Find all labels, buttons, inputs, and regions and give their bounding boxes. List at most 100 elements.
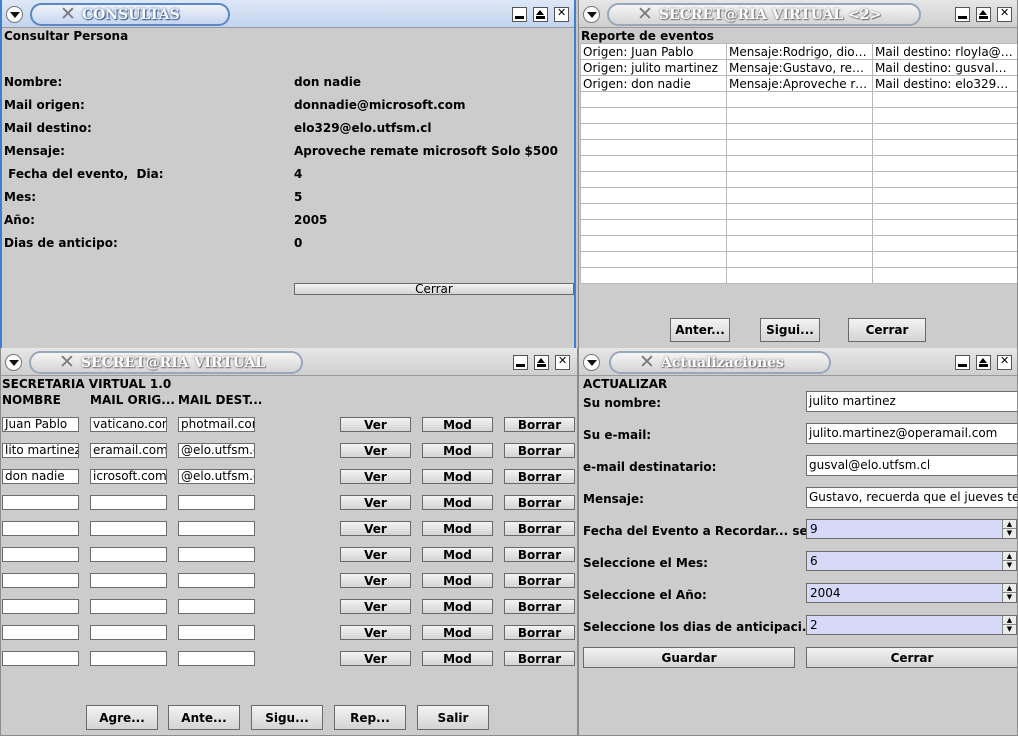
- table-cell[interactable]: Mail destino: elo329@...: [872, 75, 1017, 92]
- nombre-field[interactable]: Juan Pablo: [2, 417, 79, 432]
- nombre-field[interactable]: julito martinez: [806, 391, 1017, 412]
- mail-origen-field[interactable]: [90, 495, 167, 510]
- salir-button[interactable]: Salir: [417, 705, 489, 730]
- table-cell[interactable]: [872, 187, 1017, 204]
- mail-destino-field[interactable]: [178, 625, 255, 640]
- mail-origen-field[interactable]: [90, 547, 167, 562]
- spinner-down-icon[interactable]: ▼: [1002, 625, 1016, 634]
- table-cell[interactable]: [580, 203, 727, 220]
- spinner-up-icon[interactable]: ▲: [1002, 616, 1016, 625]
- table-cell[interactable]: [726, 267, 873, 284]
- spinner-up-icon[interactable]: ▲: [1002, 584, 1016, 593]
- mail-destino-field[interactable]: photmail.com: [178, 417, 255, 432]
- consultas-titlebar[interactable]: ✕ CONSULTAS: [2, 0, 574, 28]
- table-cell[interactable]: [872, 203, 1017, 220]
- mail-destino-field[interactable]: [178, 521, 255, 536]
- dia-spinner[interactable]: 9 ▲ ▼: [806, 519, 1017, 539]
- destinatario-field[interactable]: gusval@elo.utfsm.cl: [806, 455, 1017, 476]
- table-cell[interactable]: [580, 155, 727, 172]
- table-row[interactable]: [580, 251, 1017, 268]
- minimize-icon[interactable]: [955, 355, 970, 370]
- table-cell[interactable]: [580, 219, 727, 236]
- table-cell[interactable]: [726, 187, 873, 204]
- table-cell[interactable]: [872, 91, 1017, 108]
- nombre-field[interactable]: [2, 547, 79, 562]
- mail-destino-field[interactable]: [178, 495, 255, 510]
- table-row[interactable]: [580, 235, 1017, 252]
- cerrar-button[interactable]: Cerrar: [806, 647, 1017, 668]
- nombre-field[interactable]: [2, 495, 79, 510]
- siguiente-button[interactable]: Sigui...: [760, 318, 820, 342]
- reporte-titlebar[interactable]: ✕ SECRET@RIA VIRTUAL <2>: [579, 0, 1017, 28]
- table-cell[interactable]: Mensaje:Gustavo, recu...: [726, 59, 873, 76]
- table-cell[interactable]: Mail destino: gusval@e...: [872, 59, 1017, 76]
- borrar-button[interactable]: Borrar: [504, 573, 575, 588]
- ver-button[interactable]: Ver: [340, 599, 411, 614]
- table-cell[interactable]: [580, 107, 727, 124]
- spinner-up-icon[interactable]: ▲: [1002, 520, 1016, 529]
- ver-button[interactable]: Ver: [340, 651, 411, 666]
- anterior-button[interactable]: Ante...: [168, 705, 240, 730]
- table-row[interactable]: Origen: don nadie Mensaje:Aproveche re...…: [580, 75, 1017, 92]
- siguiente-button[interactable]: Sigu...: [251, 705, 323, 730]
- agregar-button[interactable]: Agre...: [86, 705, 158, 730]
- table-cell[interactable]: [580, 139, 727, 156]
- nombre-field[interactable]: don nadie: [2, 469, 79, 484]
- nombre-field[interactable]: [2, 521, 79, 536]
- table-cell[interactable]: [580, 187, 727, 204]
- table-cell[interactable]: Mensaje:Rodrigo, dios...: [726, 43, 873, 60]
- maximize-icon[interactable]: [534, 355, 549, 370]
- anticipo-spinner[interactable]: 2 ▲ ▼: [806, 615, 1017, 635]
- mod-button[interactable]: Mod: [422, 495, 493, 510]
- table-cell[interactable]: [872, 267, 1017, 284]
- table-cell[interactable]: [872, 139, 1017, 156]
- mensaje-field[interactable]: Gustavo, recuerda que el jueves ten: [806, 487, 1017, 508]
- mail-origen-field[interactable]: [90, 625, 167, 640]
- table-cell[interactable]: [726, 219, 873, 236]
- close-icon[interactable]: [554, 6, 569, 22]
- table-cell[interactable]: [726, 251, 873, 268]
- table-row[interactable]: [580, 171, 1017, 188]
- minimize-icon[interactable]: [512, 7, 527, 22]
- borrar-button[interactable]: Borrar: [504, 521, 575, 536]
- table-cell[interactable]: [872, 251, 1017, 268]
- close-icon[interactable]: [997, 6, 1012, 22]
- mail-origen-field[interactable]: [90, 599, 167, 614]
- mail-destino-field[interactable]: @elo.utfsm.cl: [178, 443, 255, 458]
- mod-button[interactable]: Mod: [422, 443, 493, 458]
- ver-button[interactable]: Ver: [340, 417, 411, 432]
- table-cell[interactable]: [726, 139, 873, 156]
- nombre-field[interactable]: [2, 625, 79, 640]
- borrar-button[interactable]: Borrar: [504, 547, 575, 562]
- window-menu-icon[interactable]: [6, 6, 23, 23]
- table-cell[interactable]: Mensaje:Aproveche re...: [726, 75, 873, 92]
- ver-button[interactable]: Ver: [340, 469, 411, 484]
- maximize-icon[interactable]: [976, 355, 991, 370]
- mod-button[interactable]: Mod: [422, 625, 493, 640]
- mod-button[interactable]: Mod: [422, 573, 493, 588]
- table-cell[interactable]: [726, 91, 873, 108]
- table-row[interactable]: Origen: Juan Pablo Mensaje:Rodrigo, dios.…: [580, 43, 1017, 60]
- table-row[interactable]: [580, 123, 1017, 140]
- nombre-field[interactable]: [2, 651, 79, 666]
- table-cell[interactable]: Origen: julito martinez: [580, 59, 727, 76]
- cerrar-button[interactable]: Cerrar: [294, 283, 574, 295]
- borrar-button[interactable]: Borrar: [504, 625, 575, 640]
- mod-button[interactable]: Mod: [422, 417, 493, 432]
- window-menu-icon[interactable]: [583, 354, 600, 371]
- table-row[interactable]: [580, 267, 1017, 284]
- mail-origen-field[interactable]: [90, 573, 167, 588]
- mail-destino-field[interactable]: [178, 547, 255, 562]
- table-cell[interactable]: [872, 155, 1017, 172]
- mail-origen-field[interactable]: icrosoft.com: [90, 469, 167, 484]
- ver-button[interactable]: Ver: [340, 521, 411, 536]
- borrar-button[interactable]: Borrar: [504, 495, 575, 510]
- table-row[interactable]: [580, 203, 1017, 220]
- window-menu-icon[interactable]: [583, 6, 600, 23]
- mail-origen-field[interactable]: eramail.com: [90, 443, 167, 458]
- minimize-icon[interactable]: [955, 7, 970, 22]
- spinner-down-icon[interactable]: ▼: [1002, 561, 1016, 570]
- actualizaciones-titlebar[interactable]: ✕ Actualizaciones: [579, 348, 1017, 376]
- mod-button[interactable]: Mod: [422, 547, 493, 562]
- table-cell[interactable]: [726, 171, 873, 188]
